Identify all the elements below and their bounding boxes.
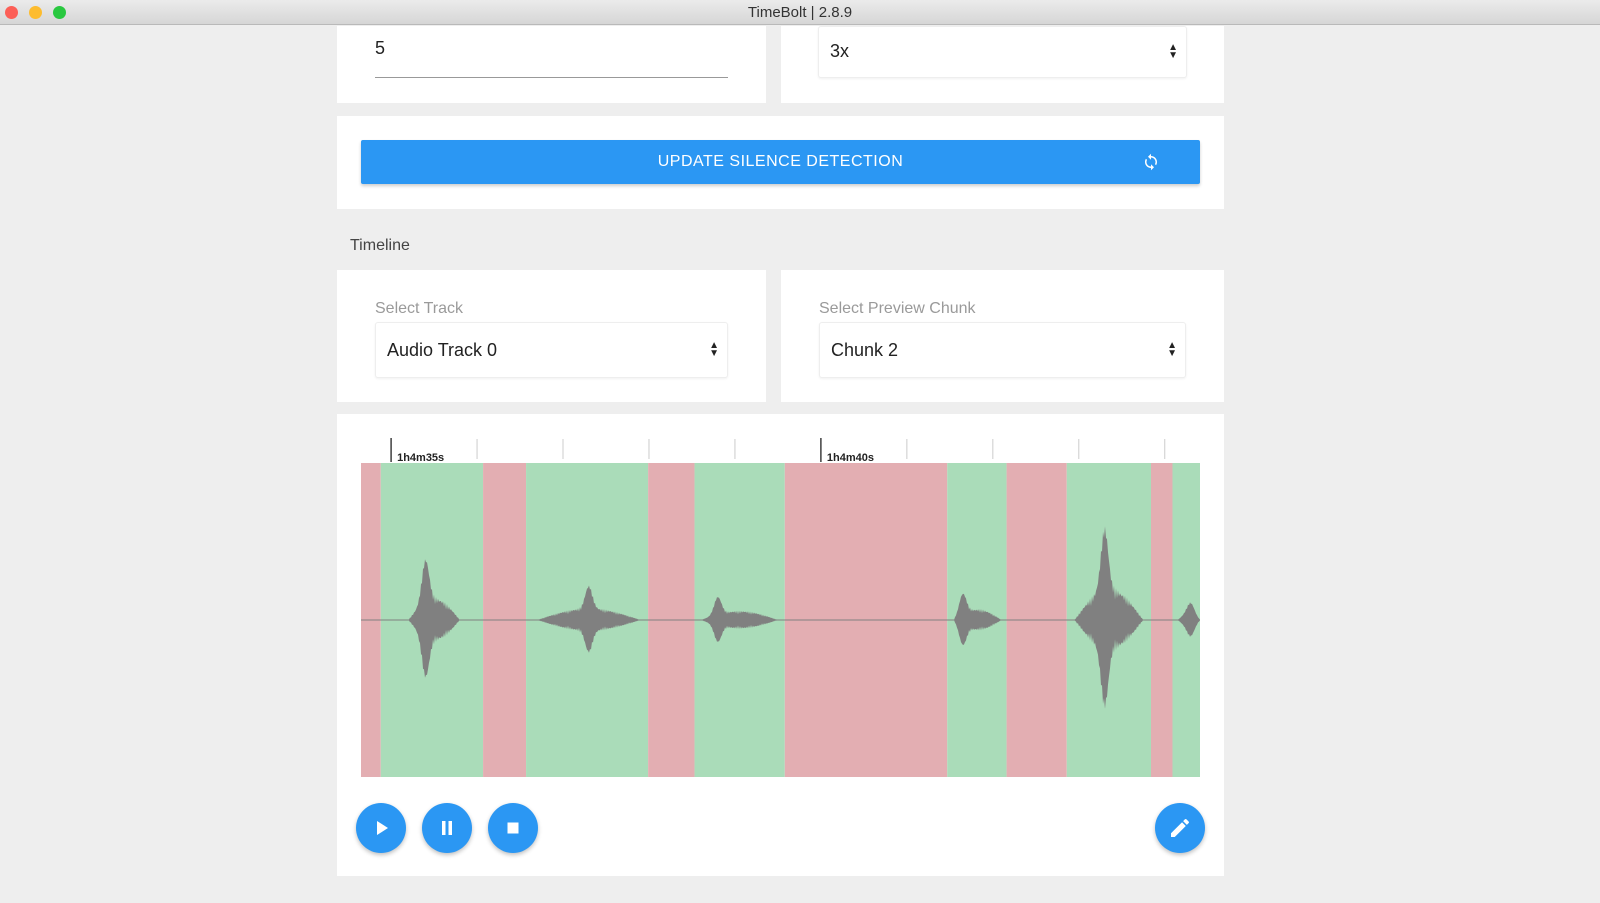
threshold-input[interactable]: 5: [375, 38, 728, 78]
stop-icon: [507, 822, 519, 834]
chunk-label: Select Preview Chunk: [819, 300, 976, 317]
waveform-timeline[interactable]: 1h4m35s 1h4m40s: [337, 414, 1224, 784]
chunk-card: Select Preview Chunk Chunk 2 ▲ ▼: [781, 270, 1224, 402]
refresh-icon: [1145, 153, 1157, 171]
threshold-card: 5: [337, 26, 766, 103]
track-label: Select Track: [375, 300, 464, 317]
update-card: UPDATE SILENCE DETECTION: [337, 116, 1224, 209]
pause-icon: [442, 821, 452, 835]
play-button[interactable]: [356, 803, 406, 853]
time-label: 1h4m35s: [397, 452, 444, 464]
timeline-card: 1h4m35s 1h4m40s: [337, 414, 1224, 876]
pause-button[interactable]: [422, 803, 472, 853]
speed-card: 3x ▲ ▼: [781, 26, 1224, 103]
chunk-select[interactable]: Chunk 2 ▲ ▼: [819, 322, 1186, 378]
track-value: Audio Track 0: [387, 340, 498, 360]
chunk-value: Chunk 2: [831, 340, 899, 360]
speed-select[interactable]: 3x ▲ ▼: [818, 26, 1187, 78]
play-icon: [377, 821, 388, 835]
speed-value: 3x: [830, 41, 850, 61]
track-select[interactable]: Audio Track 0 ▲ ▼: [375, 322, 728, 378]
edit-button[interactable]: [1155, 803, 1205, 853]
pencil-icon: [1171, 818, 1189, 837]
select-arrows-icon: ▲ ▼: [709, 340, 719, 359]
timeline-section-title: Timeline: [350, 237, 410, 254]
update-silence-detection-button[interactable]: UPDATE SILENCE DETECTION: [361, 140, 1200, 184]
stop-button[interactable]: [488, 803, 538, 853]
window-title: TimeBolt | 2.8.9: [747, 4, 853, 21]
time-label: 1h4m40s: [827, 452, 874, 464]
select-arrows-icon: ▲ ▼: [1168, 42, 1178, 61]
close-window-button[interactable]: [5, 6, 18, 19]
select-arrows-icon: ▲ ▼: [1167, 340, 1177, 359]
update-button-label: UPDATE SILENCE DETECTION: [657, 153, 904, 170]
track-card: Select Track Audio Track 0 ▲ ▼: [337, 270, 766, 402]
minimize-window-button[interactable]: [29, 6, 42, 19]
maximize-window-button[interactable]: [53, 6, 66, 19]
window-titlebar: TimeBolt | 2.8.9: [0, 0, 1600, 25]
